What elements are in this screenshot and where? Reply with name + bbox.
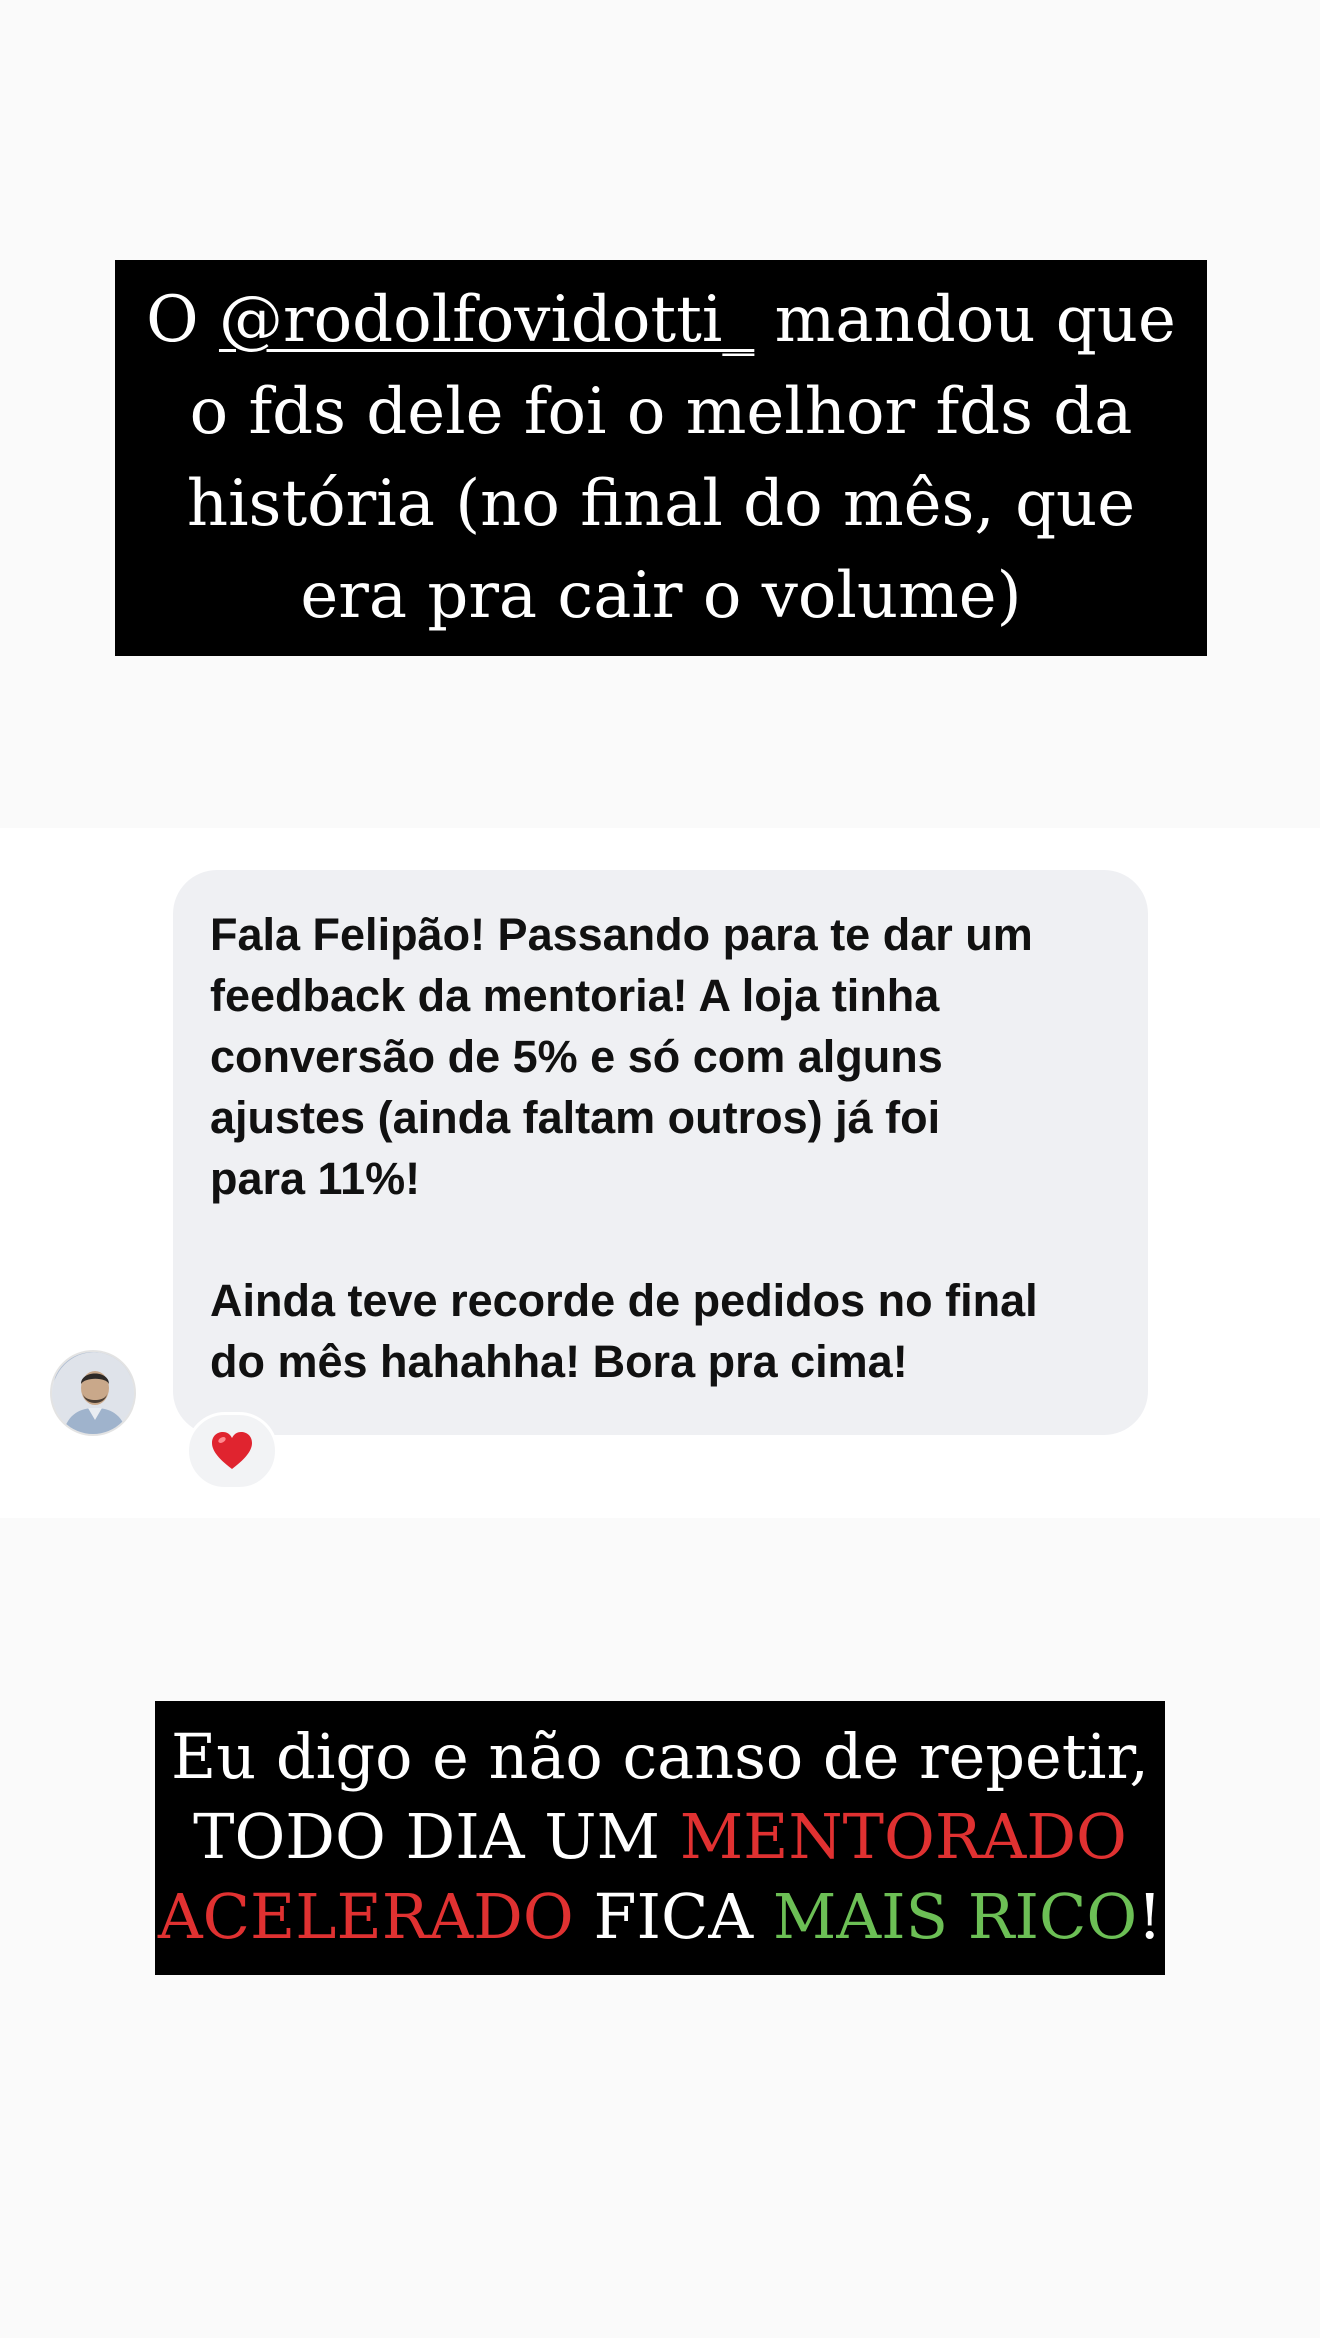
message-bubble: Fala Felipão! Passando para te dar um fe… bbox=[173, 870, 1148, 1435]
top-caption-line-3: história (no final do mês, que bbox=[186, 467, 1136, 541]
top-caption-line-1: O @rodolfovidotti_ mandou que bbox=[115, 274, 1207, 366]
caption-green-text: MAIS RICO bbox=[772, 1880, 1138, 1953]
story-frame: O @rodolfovidotti_ mandou que o fds dele… bbox=[0, 0, 1320, 2338]
top-caption: O @rodolfovidotti_ mandou que o fds dele… bbox=[115, 260, 1207, 656]
caption-white-text-2: FICA bbox=[573, 1880, 773, 1953]
bottom-caption-line-2: TODO DIA UM MENTORADO bbox=[155, 1797, 1165, 1877]
sender-avatar bbox=[50, 1350, 136, 1436]
avatar-person-icon bbox=[52, 1352, 134, 1434]
heart-reaction[interactable] bbox=[186, 1412, 278, 1490]
red-heart-icon bbox=[212, 1432, 252, 1469]
bottom-caption-line-3: ACELERADO FICA MAIS RICO! bbox=[155, 1877, 1165, 1957]
bottom-caption-line-1: Eu digo e não canso de repetir, bbox=[170, 1720, 1149, 1793]
caption-line1-suffix: mandou que bbox=[754, 283, 1176, 357]
top-caption-line-4: era pra cair o volume) bbox=[300, 559, 1022, 633]
caption-red-text-2: ACELERADO bbox=[157, 1880, 574, 1953]
top-caption-line-2: o fds dele foi o melhor fds da bbox=[189, 375, 1133, 449]
caption-white-text: TODO DIA UM bbox=[193, 1800, 680, 1873]
bottom-caption: Eu digo e não canso de repetir, TODO DIA… bbox=[155, 1701, 1165, 1975]
mention-link[interactable]: @rodolfovidotti_ bbox=[219, 283, 754, 357]
caption-prefix: O bbox=[146, 283, 219, 357]
caption-exclamation: ! bbox=[1137, 1880, 1163, 1953]
caption-red-text: MENTORADO bbox=[679, 1800, 1127, 1873]
